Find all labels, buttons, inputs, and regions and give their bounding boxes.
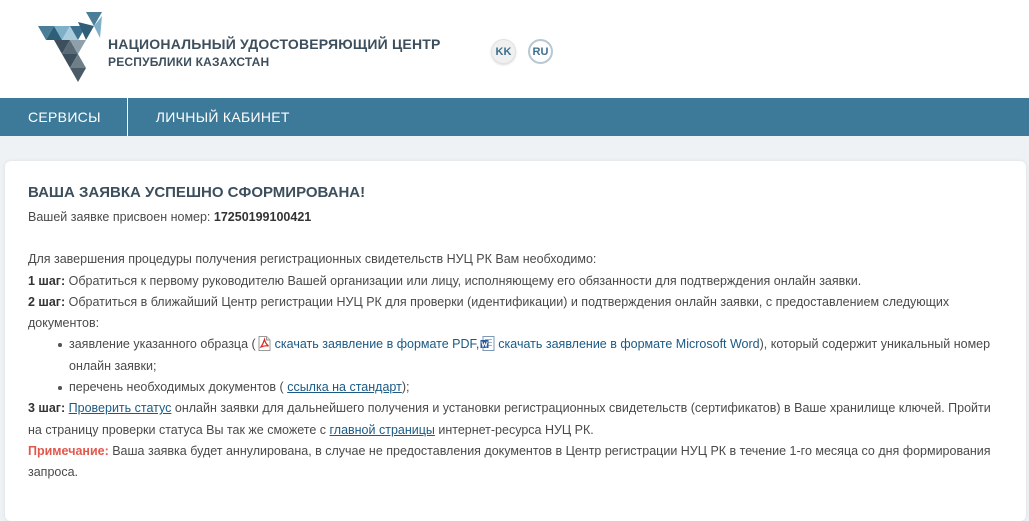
content-card: ВАША ЗАЯВКА УСПЕШНО СФОРМИРОВАНА! Вашей …	[5, 161, 1026, 521]
step-2-text: Обратиться в ближайший Центр регистрации…	[28, 294, 950, 331]
request-number-line: Вашей заявке присвоен номер: 17250199100…	[28, 207, 1003, 228]
download-word-link[interactable]: скачать заявление в формате Microsoft Wo…	[498, 337, 759, 351]
step-1-label: 1 шаг:	[28, 273, 66, 288]
logo-icon[interactable]	[36, 12, 104, 82]
word-icon[interactable]	[480, 336, 495, 352]
intro-text: Для завершения процедуры получения регис…	[28, 252, 597, 267]
download-pdf-link[interactable]: скачать заявление в формате PDF	[275, 337, 476, 351]
list-item: заявление указанного образца ( скачать з…	[58, 334, 1003, 377]
page-title: ВАША ЗАЯВКА УСПЕШНО СФОРМИРОВАНА!	[28, 184, 366, 201]
bullet1-before: заявление указанного образца (	[69, 337, 256, 352]
note: Примечание: Ваша заявка будет аннулирова…	[28, 441, 1003, 484]
note-label: Примечание:	[28, 443, 109, 458]
lang-kk-button[interactable]: KK	[491, 39, 516, 64]
list-item: перечень необходимых документов ( ссылка…	[58, 377, 1003, 398]
brand-line2: РЕСПУБЛИКИ КАЗАХСТАН	[108, 55, 270, 69]
pdf-icon[interactable]	[257, 336, 272, 352]
documents-list: заявление указанного образца ( скачать з…	[28, 334, 1003, 398]
step-1-text: Обратиться к первому руководителю Вашей …	[65, 273, 862, 288]
nav-item-cabinet[interactable]: ЛИЧНЫЙ КАБИНЕТ	[128, 98, 316, 136]
standard-link[interactable]: ссылка на стандарт	[287, 380, 402, 394]
request-number-label: Вашей заявке присвоен номер:	[28, 210, 214, 224]
lang-ru-button[interactable]: RU	[528, 39, 553, 64]
main-page-link[interactable]: главной страницы	[329, 423, 434, 437]
step-3-text2: интернет-ресурса НУЦ РК.	[434, 422, 594, 437]
header: НАЦИОНАЛЬНЫЙ УДОСТОВЕРЯЮЩИЙ ЦЕНТР РЕСПУБ…	[0, 0, 1029, 98]
bullet2-before: перечень необходимых документов (	[69, 380, 288, 395]
step-1: 1 шаг: Обратиться к первому руководителю…	[28, 271, 1003, 292]
brand: НАЦИОНАЛЬНЫЙ УДОСТОВЕРЯЮЩИЙ ЦЕНТР РЕСПУБ…	[108, 36, 441, 69]
request-number: 17250199100421	[213, 210, 312, 224]
nav-item-services[interactable]: СЕРВИСЫ	[0, 98, 128, 136]
step-3: 3 шаг: Проверить статус онлайн заявки дл…	[28, 398, 1003, 441]
brand-line1: НАЦИОНАЛЬНЫЙ УДОСТОВЕРЯЮЩИЙ ЦЕНТР	[108, 36, 441, 52]
step-2-label: 2 шаг:	[28, 294, 66, 309]
check-status-link[interactable]: Проверить статус	[69, 401, 172, 415]
bullet1-separator: ,	[475, 337, 480, 352]
note-text: Ваша заявка будет аннулирована, в случае…	[28, 443, 991, 480]
main-nav: СЕРВИСЫ ЛИЧНЫЙ КАБИНЕТ	[0, 98, 1029, 136]
step-2: 2 шаг: Обратиться в ближайший Центр реги…	[28, 292, 1003, 335]
step-3-label: 3 шаг:	[28, 401, 66, 416]
bullet2-after: );	[401, 380, 410, 395]
